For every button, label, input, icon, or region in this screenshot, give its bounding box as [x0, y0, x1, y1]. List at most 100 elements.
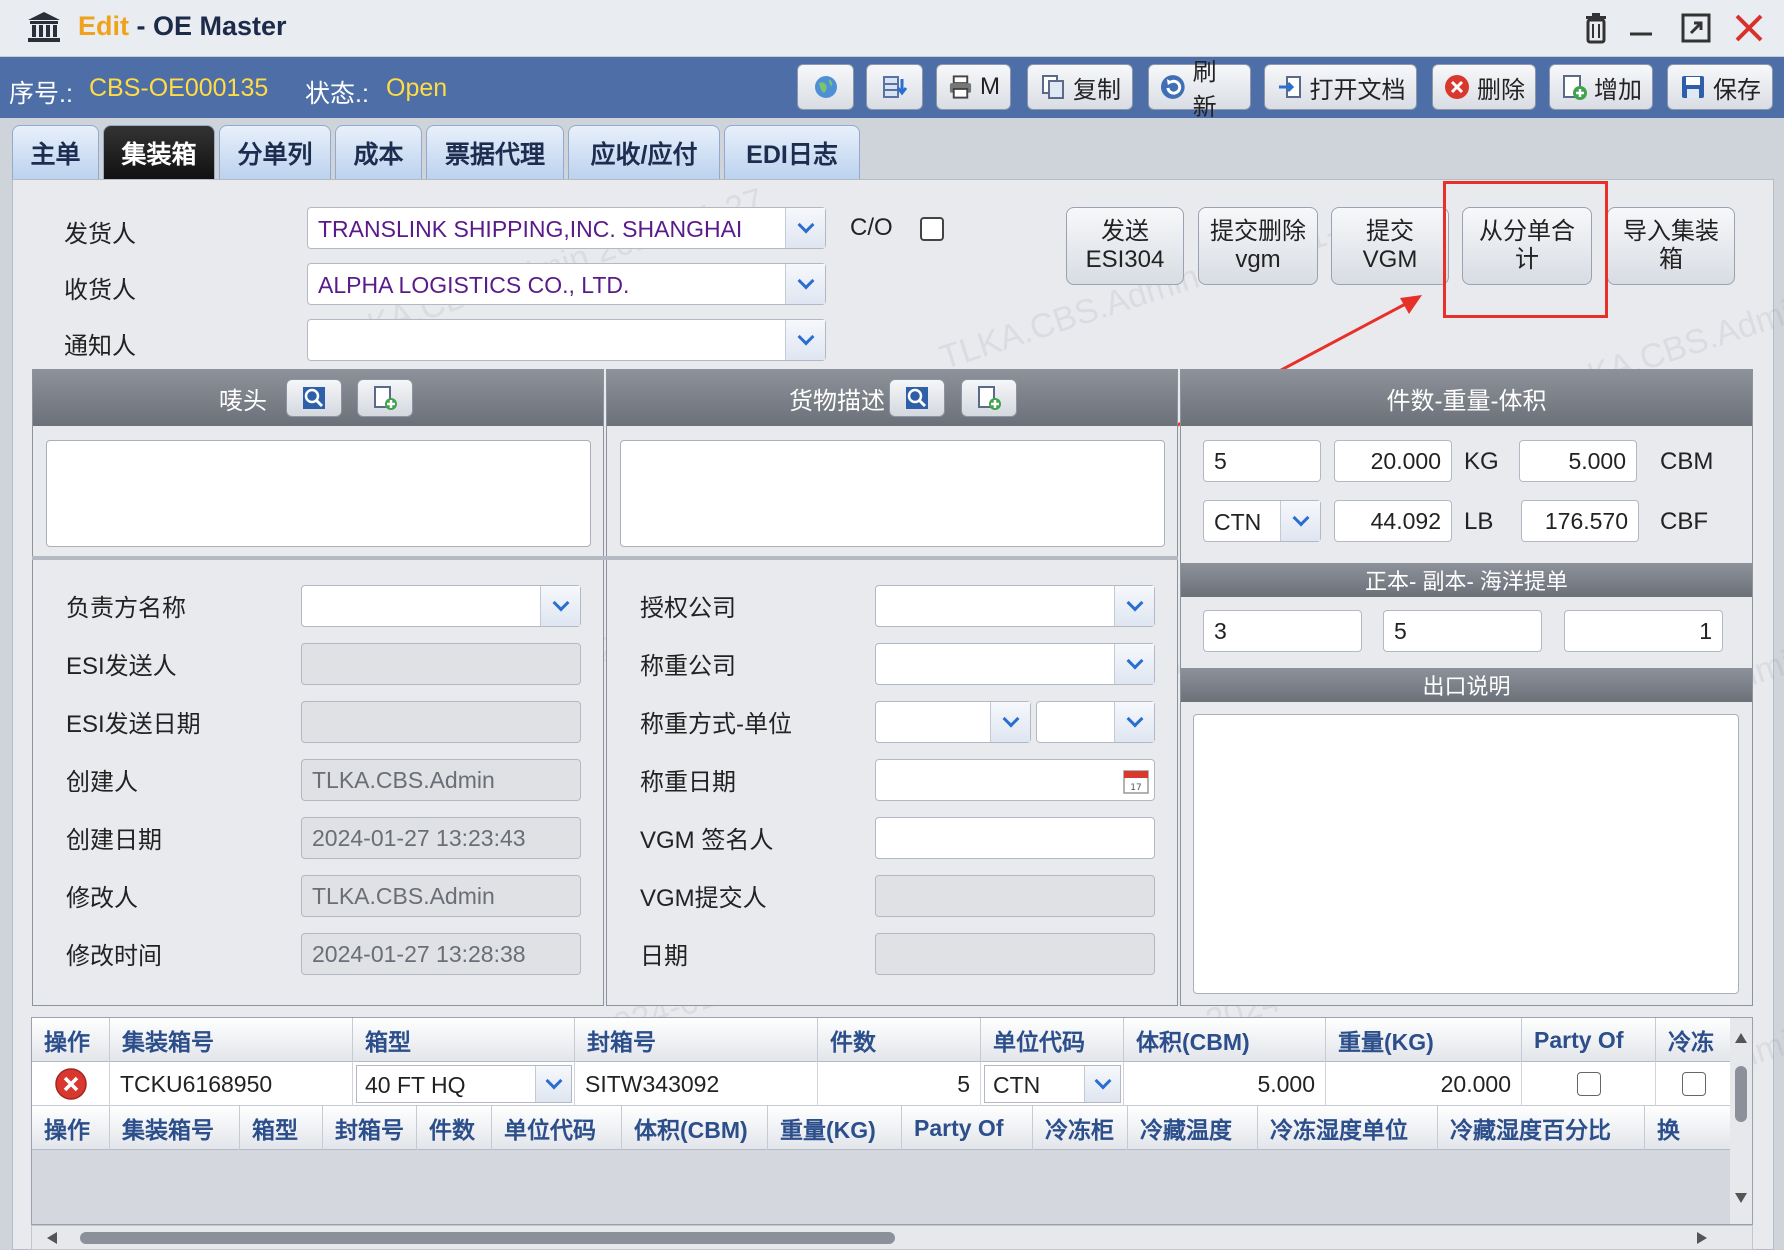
- description-add-button[interactable]: [961, 379, 1017, 417]
- col2-humidity-pct[interactable]: 冷藏湿度百分比: [1438, 1106, 1645, 1150]
- copy-bl-field[interactable]: 5: [1383, 610, 1542, 652]
- col-party-of[interactable]: Party Of: [1522, 1018, 1656, 1062]
- col2-more[interactable]: 换: [1645, 1106, 1732, 1150]
- vertical-scrollbar[interactable]: [1730, 1018, 1752, 1224]
- shipper-select[interactable]: TRANSLINK SHIPPING,INC. SHANGHAI: [307, 207, 826, 249]
- delete-button[interactable]: 删除: [1432, 64, 1536, 110]
- cell-seal-no[interactable]: SITW343092: [575, 1062, 818, 1106]
- cell-cbm[interactable]: 5.000: [1124, 1062, 1326, 1106]
- col-unit[interactable]: 单位代码: [981, 1018, 1124, 1062]
- chevron-down-icon[interactable]: [1084, 1066, 1120, 1102]
- col2-unit[interactable]: 单位代码: [492, 1106, 622, 1150]
- scroll-left-icon[interactable]: [46, 1231, 58, 1245]
- tab-containers[interactable]: 集装箱: [103, 125, 215, 179]
- description-search-button[interactable]: [889, 379, 945, 417]
- globe-button[interactable]: [797, 64, 854, 110]
- original-bl-field[interactable]: 3: [1203, 610, 1362, 652]
- party-of-checkbox[interactable]: [1576, 1072, 1601, 1096]
- marks-textarea[interactable]: [46, 440, 591, 547]
- chevron-down-icon[interactable]: [1114, 702, 1154, 742]
- add-button[interactable]: 增加: [1549, 64, 1653, 110]
- col2-kg[interactable]: 重量(KG): [768, 1106, 902, 1150]
- copy-button[interactable]: 复制: [1027, 64, 1133, 110]
- notify-select[interactable]: [307, 319, 826, 361]
- submit-delete-vgm-button[interactable]: 提交删除 vgm: [1198, 207, 1318, 285]
- col-reefer[interactable]: 冷冻: [1656, 1018, 1732, 1062]
- col2-action[interactable]: 操作: [32, 1106, 110, 1150]
- open-document-button[interactable]: 打开文档: [1264, 64, 1417, 110]
- col2-reefer-temp[interactable]: 冷藏温度: [1128, 1106, 1258, 1150]
- col2-reefer[interactable]: 冷冻柜: [1033, 1106, 1128, 1150]
- import-container-button[interactable]: 导入集装箱: [1607, 207, 1735, 285]
- calendar-icon[interactable]: 17: [1122, 767, 1150, 795]
- refresh-button[interactable]: 刷新: [1148, 59, 1251, 121]
- weighing-unit-select[interactable]: [1036, 701, 1155, 743]
- tab-edi-log[interactable]: EDI日志: [724, 125, 860, 179]
- type-select[interactable]: 40 FT HQ: [356, 1065, 572, 1103]
- col-type[interactable]: 箱型: [353, 1018, 575, 1062]
- consignee-select[interactable]: ALPHA LOGISTICS CO., LTD.: [307, 263, 826, 305]
- export-notes-textarea[interactable]: [1193, 714, 1739, 994]
- scroll-right-icon[interactable]: [1696, 1231, 1708, 1245]
- description-textarea[interactable]: [620, 440, 1165, 547]
- weighing-method-select[interactable]: [875, 701, 1031, 743]
- tab-bill-agent[interactable]: 票据代理: [426, 125, 564, 179]
- weight-lb-field[interactable]: 44.092: [1334, 500, 1452, 542]
- col2-type[interactable]: 箱型: [240, 1106, 323, 1150]
- volume-cbm-field[interactable]: 5.000: [1519, 440, 1637, 482]
- tab-house-list[interactable]: 分单列: [219, 125, 331, 179]
- vgm-signer-field[interactable]: [875, 817, 1155, 859]
- weighing-company-select[interactable]: [875, 643, 1155, 685]
- print-button[interactable]: M: [936, 64, 1011, 110]
- package-unit-select[interactable]: CTN: [1203, 500, 1321, 542]
- scroll-up-icon[interactable]: [1734, 1032, 1748, 1044]
- cell-type[interactable]: 40 FT HQ: [353, 1062, 575, 1106]
- cell-unit[interactable]: CTN: [981, 1062, 1124, 1106]
- col2-container-no[interactable]: 集装箱号: [110, 1106, 240, 1150]
- col2-humidity-unit[interactable]: 冷冻湿度单位: [1258, 1106, 1438, 1150]
- cell-pieces[interactable]: 5: [818, 1062, 981, 1106]
- tab-cost[interactable]: 成本: [335, 125, 422, 179]
- volume-cbf-field[interactable]: 176.570: [1521, 500, 1639, 542]
- col-seal-no[interactable]: 封箱号: [575, 1018, 818, 1062]
- close-icon[interactable]: [1731, 10, 1767, 46]
- responsible-party-select[interactable]: [301, 585, 581, 627]
- tab-ar-ap[interactable]: 应收/应付: [568, 125, 720, 179]
- submit-vgm-button[interactable]: 提交 VGM: [1331, 207, 1449, 285]
- marks-add-button[interactable]: [357, 379, 413, 417]
- ocean-bl-field[interactable]: 1: [1564, 610, 1723, 652]
- cell-container-no[interactable]: TCKU6168950: [110, 1062, 353, 1106]
- horizontal-scroll-thumb[interactable]: [80, 1232, 895, 1244]
- chevron-down-icon[interactable]: [785, 208, 825, 248]
- weighing-date-field[interactable]: 17: [875, 759, 1155, 801]
- col2-pieces[interactable]: 件数: [417, 1106, 492, 1150]
- chevron-down-icon[interactable]: [1114, 644, 1154, 684]
- cell-kg[interactable]: 20.000: [1326, 1062, 1522, 1106]
- col-kg[interactable]: 重量(KG): [1326, 1018, 1522, 1062]
- delete-row-icon[interactable]: [54, 1067, 88, 1101]
- tab-master[interactable]: 主单: [12, 125, 99, 179]
- unit-select[interactable]: CTN: [984, 1065, 1121, 1103]
- col2-party-of[interactable]: Party Of: [902, 1106, 1033, 1150]
- chevron-down-icon[interactable]: [540, 586, 580, 626]
- col-cbm[interactable]: 体积(CBM): [1124, 1018, 1326, 1062]
- authorized-company-select[interactable]: [875, 585, 1155, 627]
- chevron-down-icon[interactable]: [990, 702, 1030, 742]
- chevron-down-icon[interactable]: [1280, 501, 1320, 541]
- chevron-down-icon[interactable]: [535, 1066, 571, 1102]
- save-button[interactable]: 保存: [1667, 64, 1773, 110]
- weight-kg-field[interactable]: 20.000: [1334, 440, 1452, 482]
- co-checkbox[interactable]: [920, 217, 944, 241]
- marks-search-button[interactable]: [286, 379, 342, 417]
- pieces-field[interactable]: 5: [1203, 440, 1321, 482]
- col2-seal-no[interactable]: 封箱号: [323, 1106, 417, 1150]
- chevron-down-icon[interactable]: [785, 264, 825, 304]
- minimize-icon[interactable]: [1623, 10, 1659, 46]
- maximize-icon[interactable]: [1678, 10, 1714, 46]
- chevron-down-icon[interactable]: [785, 320, 825, 360]
- import-button[interactable]: [866, 64, 923, 110]
- col2-cbm[interactable]: 体积(CBM): [622, 1106, 768, 1150]
- scroll-down-icon[interactable]: [1734, 1192, 1748, 1204]
- reefer-checkbox[interactable]: [1681, 1072, 1706, 1096]
- col-action[interactable]: 操作: [32, 1018, 110, 1062]
